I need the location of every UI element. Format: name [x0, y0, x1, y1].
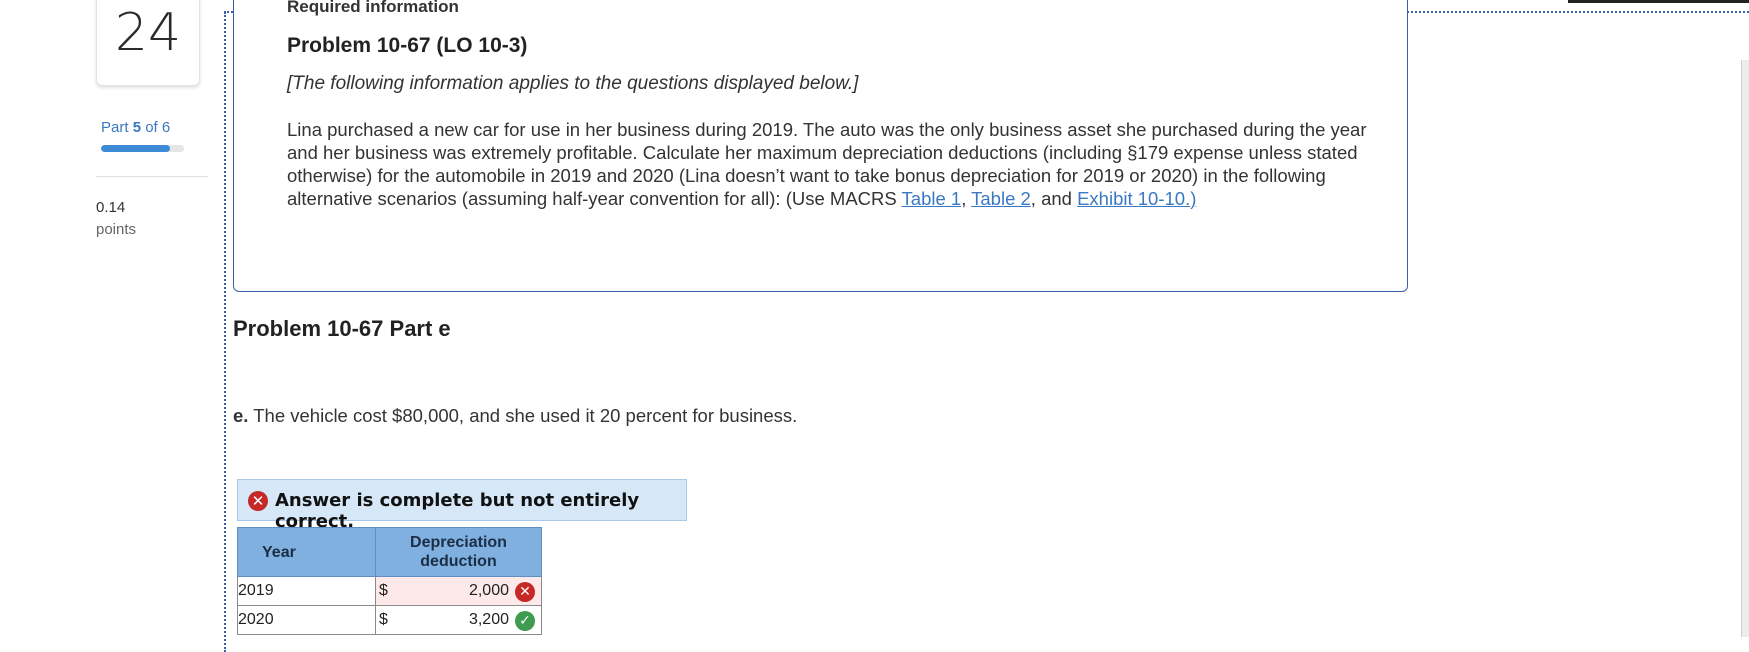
- points-value: 0.14: [96, 199, 126, 216]
- part-total: of 6: [145, 119, 171, 136]
- correct-check-icon: ✓: [515, 611, 535, 631]
- question-letter: e.: [233, 405, 249, 426]
- info-note: [The following information applies to th…: [287, 73, 859, 94]
- part-current: 5: [132, 119, 142, 136]
- part-title: Problem 10-67 Part e: [233, 316, 451, 341]
- answer-table: Year Depreciation deduction 2019 $ 2,000…: [237, 527, 542, 635]
- description-text: Lina purchased a new car for use in her …: [287, 119, 1367, 209]
- table-2-link[interactable]: Table 2: [971, 188, 1031, 209]
- part-word: Part: [101, 119, 129, 136]
- row-year: 2019: [237, 576, 376, 606]
- question-body: The vehicle cost $80,000, and she used i…: [248, 405, 798, 426]
- separator: ,: [961, 188, 972, 209]
- year-column-header: Year: [237, 527, 376, 577]
- question-number: 24: [114, 3, 182, 63]
- part-progress-bar: [101, 145, 184, 152]
- content-frame-left: [224, 12, 226, 652]
- scrollbar[interactable]: [1741, 60, 1749, 637]
- deduction-input[interactable]: $ 3,200 ✓: [375, 605, 542, 635]
- exhibit-10-10-link[interactable]: Exhibit 10-10.: [1077, 188, 1190, 209]
- currency-symbol: $: [379, 611, 388, 628]
- row-year: 2020: [237, 605, 376, 635]
- separator: , and: [1030, 188, 1078, 209]
- sidebar-divider: [96, 176, 208, 177]
- part-indicator: Part 5 of 6: [101, 119, 170, 136]
- deduction-value: 3,200: [468, 611, 509, 628]
- question-number-card: 24: [96, 0, 200, 86]
- table-row: 2019 $ 2,000 ✕: [237, 576, 542, 606]
- answer-status-banner: ✕ Answer is complete but not entirely co…: [237, 479, 687, 532]
- table-header-row: Year Depreciation deduction: [237, 527, 542, 577]
- required-information-heading: Required information: [287, 0, 459, 16]
- problem-title: Problem 10-67 (LO 10-3): [287, 34, 528, 57]
- answer-status-text: Answer is complete but not entirely corr…: [275, 490, 640, 532]
- problem-description: Lina purchased a new car for use in her …: [287, 118, 1382, 210]
- currency-symbol: $: [379, 582, 388, 599]
- deduction-input[interactable]: $ 2,000 ✕: [375, 576, 542, 606]
- points-label: points: [96, 221, 137, 238]
- error-x-icon: ✕: [248, 491, 268, 511]
- table-1-link[interactable]: Table 1: [902, 188, 962, 209]
- close-paren: ): [1190, 188, 1197, 209]
- question-text: e. The vehicle cost $80,000, and she use…: [233, 405, 797, 427]
- part-progress-fill: [101, 145, 171, 152]
- depreciation-column-header: Depreciation deduction: [375, 527, 542, 577]
- incorrect-x-icon: ✕: [515, 582, 535, 602]
- deduction-value: 2,000: [468, 582, 509, 599]
- table-row: 2020 $ 3,200 ✓: [237, 605, 542, 635]
- top-right-bar: [1568, 0, 1749, 3]
